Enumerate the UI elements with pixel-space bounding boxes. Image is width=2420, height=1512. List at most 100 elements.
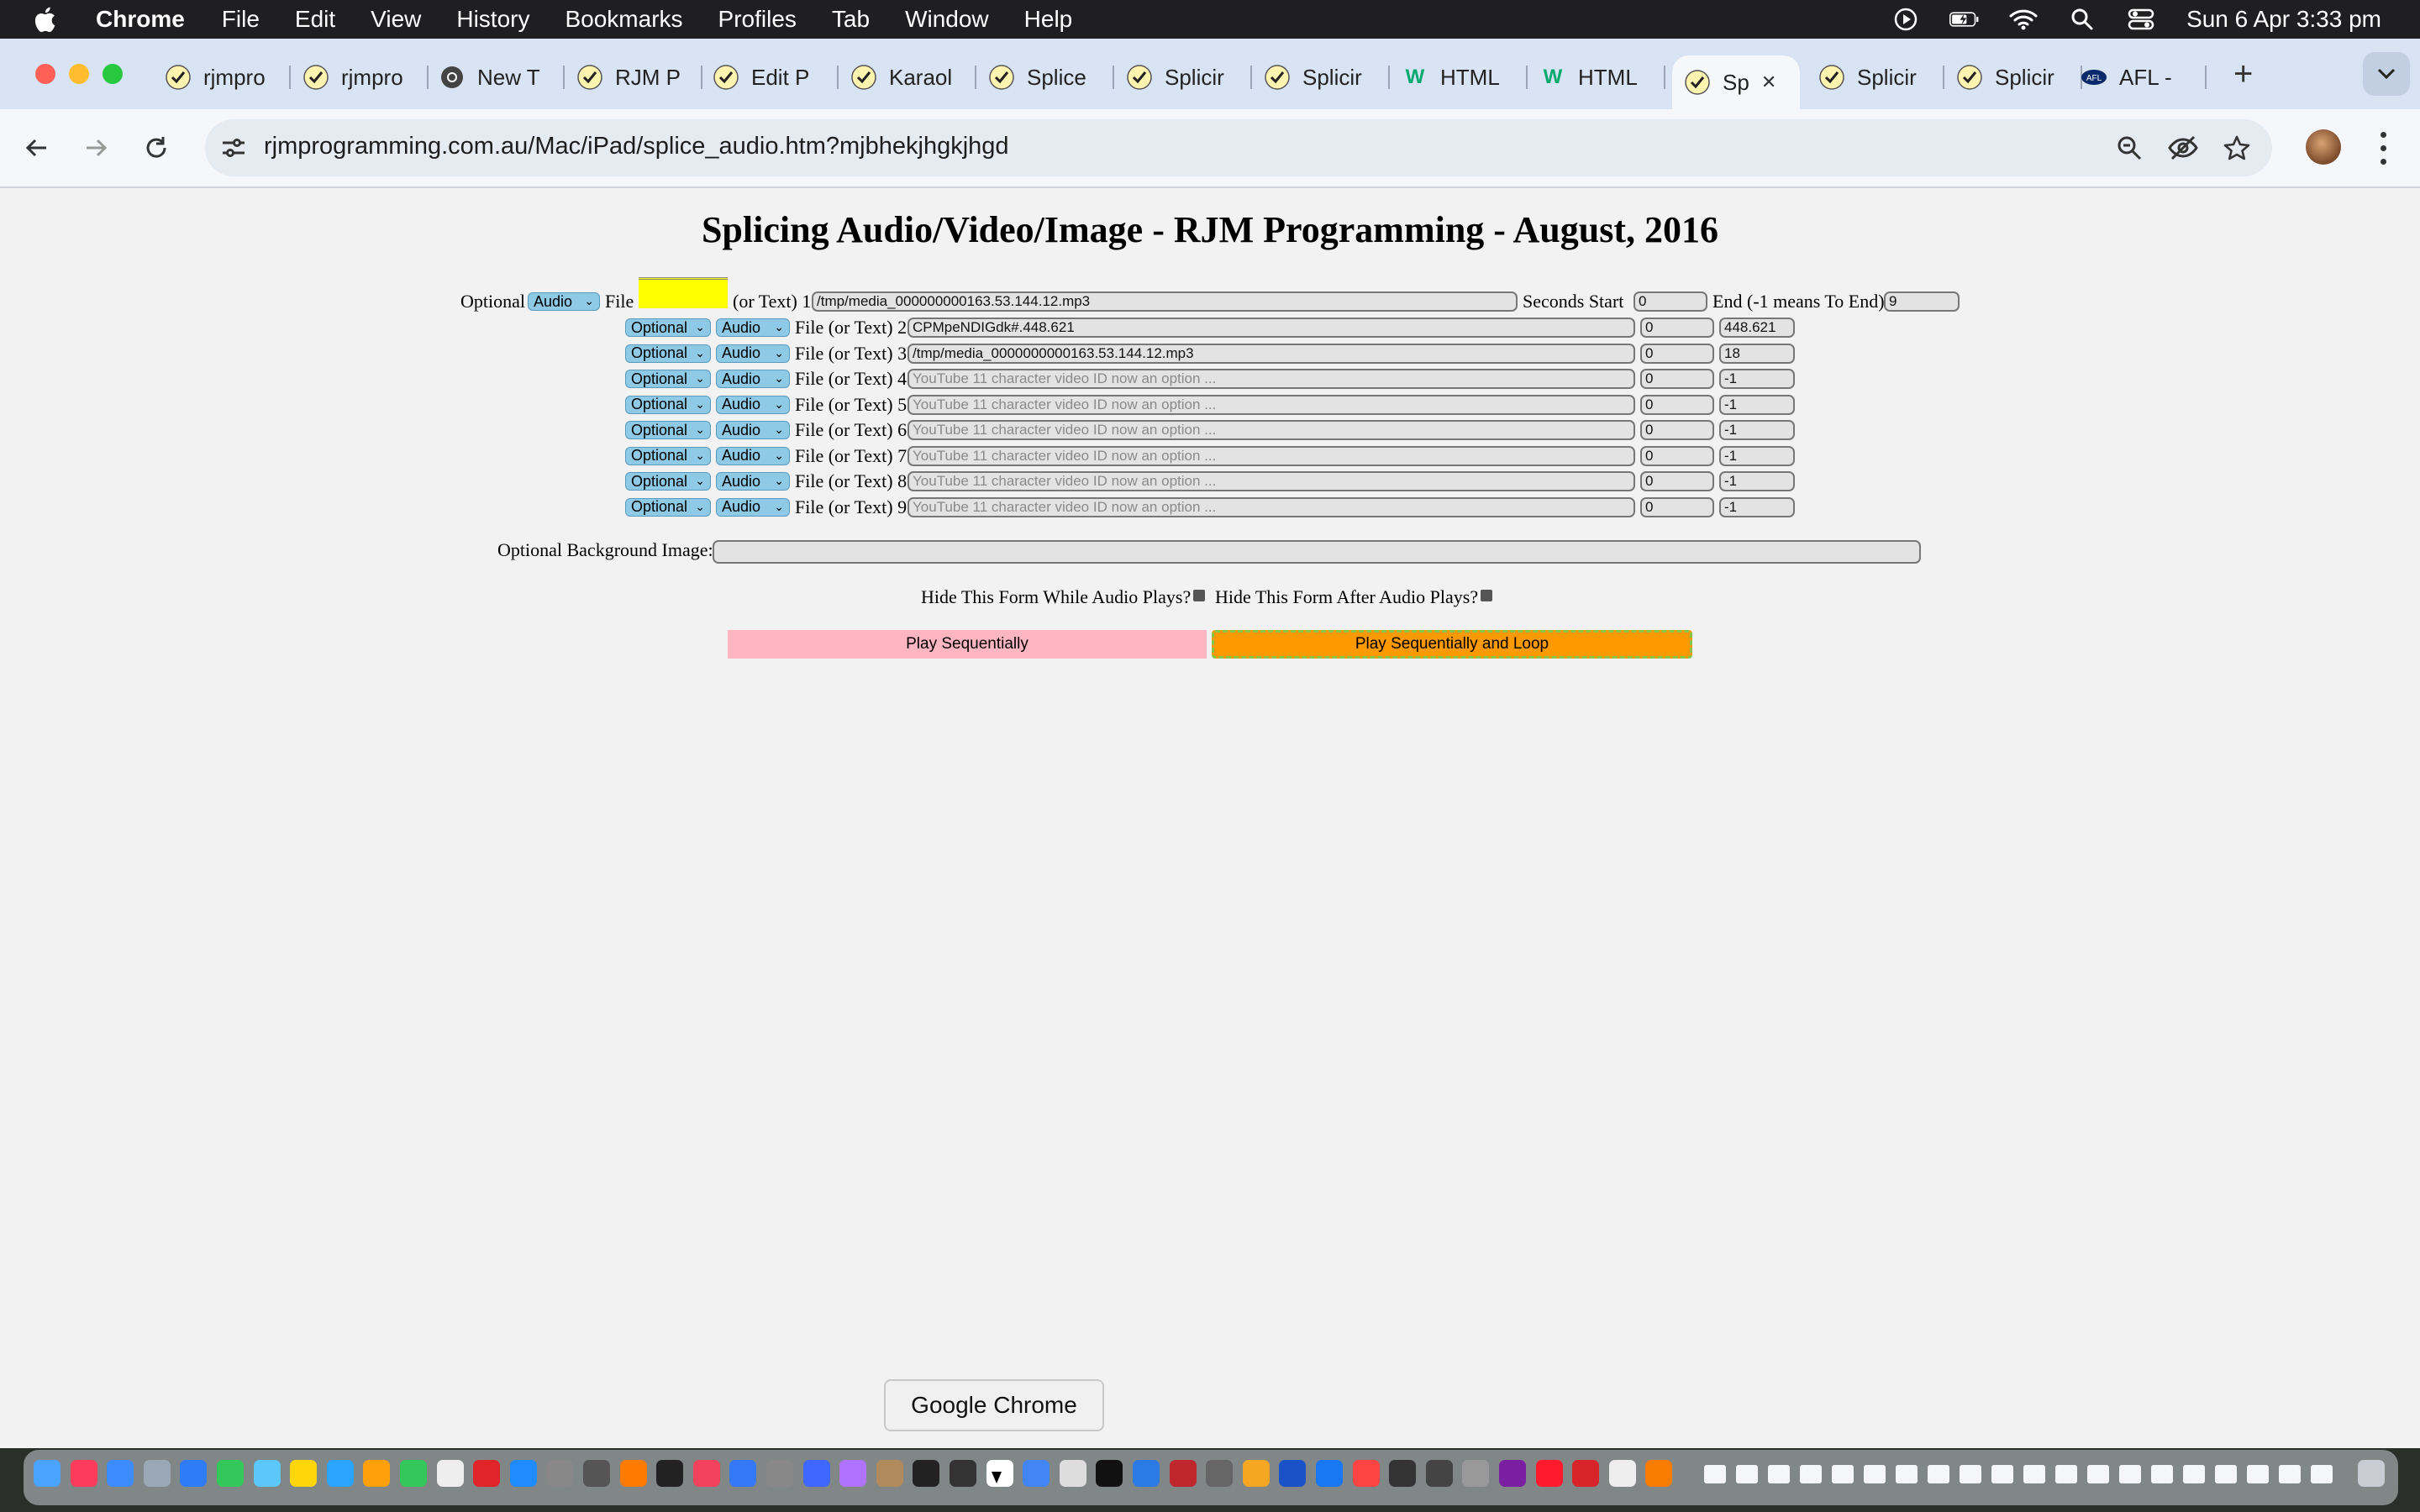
minimized-window-thumbnail[interactable] [1928, 1465, 1949, 1483]
launchpad-icon[interactable] [400, 1460, 427, 1487]
control-center-icon[interactable] [2126, 7, 2156, 32]
tab-9[interactable]: Splicir [1264, 55, 1390, 99]
row4-file-input[interactable]: YouTube 11 character video ID now an opt… [908, 369, 1635, 389]
background-image-input[interactable] [713, 540, 1921, 564]
console-icon[interactable] [1096, 1460, 1123, 1487]
messages-icon[interactable] [253, 1460, 281, 1487]
app-icon[interactable] [1389, 1460, 1417, 1487]
minimized-window-thumbnail[interactable] [1896, 1465, 1918, 1483]
menu-edit[interactable]: Edit [295, 6, 335, 33]
menu-view[interactable]: View [371, 6, 421, 33]
tab-5[interactable]: Edit P [713, 55, 839, 99]
tab-search-button[interactable] [2363, 52, 2410, 96]
utility-icon[interactable] [583, 1460, 610, 1487]
row2-file-input[interactable]: CPMpeNDIGdk#.448.621 [908, 318, 1635, 338]
document-icon[interactable] [1059, 1460, 1086, 1487]
row4-start-input[interactable]: 0 [1640, 369, 1714, 389]
terminal-icon[interactable] [950, 1460, 976, 1487]
terminal-icon[interactable] [913, 1460, 940, 1487]
row7-start-input[interactable]: 0 [1640, 445, 1714, 466]
app-icon[interactable] [1425, 1460, 1453, 1487]
row8-optional-select[interactable]: Optional ⌄ [625, 472, 711, 491]
tab-7[interactable]: Splice [988, 55, 1114, 99]
tab-10[interactable]: W HTML [1402, 55, 1528, 99]
filezilla-icon[interactable] [1572, 1460, 1600, 1487]
app-icon[interactable] [1352, 1460, 1380, 1487]
minimized-window-thumbnail[interactable] [1800, 1465, 1822, 1483]
menu-bar-clock[interactable]: Sun 6 Apr 3:33 pm [2186, 6, 2381, 33]
row3-start-input[interactable]: 0 [1640, 343, 1714, 364]
play-sequentially-loop-button[interactable]: Play Sequentially and Loop [1212, 630, 1692, 659]
photos-icon[interactable] [363, 1460, 391, 1487]
reload-button[interactable] [138, 129, 175, 166]
tab-2[interactable]: rjmpro [302, 55, 429, 99]
minimized-window-thumbnail[interactable] [2279, 1465, 2301, 1483]
zoom-icon[interactable] [2112, 131, 2146, 165]
tab-11[interactable]: W HTML [1539, 55, 1665, 99]
row8-file-input[interactable]: YouTube 11 character video ID now an opt… [908, 471, 1635, 491]
bookmark-star-icon[interactable] [2220, 131, 2254, 165]
row3-end-input[interactable]: 18 [1719, 343, 1795, 364]
row3-media-type-select[interactable]: Audio ⌄ [716, 344, 790, 363]
minimized-window-thumbnail[interactable] [2151, 1465, 2173, 1483]
hide-after-playing-checkbox[interactable] [1481, 590, 1492, 601]
spotlight-search-icon[interactable] [2067, 7, 2097, 32]
row8-media-type-select[interactable]: Audio ⌄ [716, 472, 790, 491]
menu-tab[interactable]: Tab [832, 6, 870, 33]
row1-file-input[interactable]: /tmp/media_000000000163.53.144.12.mp3 [812, 291, 1518, 312]
address-url[interactable]: rjmprogramming.com.au/Mac/iPad/splice_au… [264, 133, 1009, 160]
mail-icon[interactable] [217, 1460, 244, 1487]
tab-6[interactable]: Karaol [850, 55, 976, 99]
tab-13[interactable]: Splicir [1818, 55, 1944, 99]
document-icon[interactable] [1608, 1460, 1636, 1487]
zoom-icon[interactable] [1279, 1460, 1307, 1487]
row4-optional-select[interactable]: Optional ⌄ [625, 370, 711, 388]
row5-end-input[interactable]: -1 [1719, 394, 1795, 415]
row5-file-input[interactable]: YouTube 11 character video ID now an opt… [908, 394, 1635, 415]
hide-while-playing-checkbox[interactable] [1193, 590, 1205, 601]
news-icon[interactable] [692, 1460, 720, 1487]
apple-menu-icon[interactable] [34, 5, 59, 34]
app-icon[interactable] [1316, 1460, 1343, 1487]
preview-icon[interactable] [766, 1460, 793, 1487]
minimized-window-thumbnail[interactable] [2247, 1465, 2269, 1483]
profile-avatar[interactable] [2306, 129, 2341, 165]
wifi-icon[interactable] [2008, 7, 2039, 32]
minimized-window-thumbnail[interactable] [2055, 1465, 2077, 1483]
row7-file-input[interactable]: YouTube 11 character video ID now an opt… [908, 445, 1635, 466]
address-bar[interactable]: rjmprogramming.com.au/Mac/iPad/splice_au… [205, 119, 2272, 176]
app-icon[interactable] [1169, 1460, 1197, 1487]
close-window-button[interactable] [35, 64, 55, 84]
row4-media-type-select[interactable]: Audio ⌄ [716, 370, 790, 388]
tab-15[interactable]: AFL AFL - [2081, 55, 2207, 99]
bbedit-icon[interactable] [802, 1460, 830, 1487]
calculator-icon[interactable] [546, 1460, 574, 1487]
row9-start-input[interactable]: 0 [1640, 496, 1714, 517]
row5-optional-select[interactable]: Optional ⌄ [625, 395, 711, 414]
minimized-window-thumbnail[interactable] [2183, 1465, 2205, 1483]
trash-icon[interactable] [2358, 1460, 2385, 1487]
minimized-window-thumbnail[interactable] [1960, 1465, 1981, 1483]
menu-history[interactable]: History [456, 6, 529, 33]
minimized-window-thumbnail[interactable] [1864, 1465, 1886, 1483]
tracking-protection-icon[interactable] [2166, 131, 2200, 165]
row2-media-type-select[interactable]: Audio ⌄ [716, 318, 790, 337]
row2-start-input[interactable]: 0 [1640, 318, 1714, 338]
row6-end-input[interactable]: -1 [1719, 420, 1795, 440]
row3-file-input[interactable]: /tmp/media_0000000000163.53.144.12.mp3 [908, 343, 1635, 364]
minimized-window-thumbnail[interactable] [2215, 1465, 2237, 1483]
row8-start-input[interactable]: 0 [1640, 471, 1714, 491]
minimized-window-thumbnail[interactable] [2311, 1465, 2333, 1483]
row7-optional-select[interactable]: Optional ⌄ [625, 446, 711, 465]
minimized-window-thumbnail[interactable] [2023, 1465, 2045, 1483]
quicktime-icon[interactable] [1133, 1460, 1160, 1487]
forward-button[interactable] [77, 129, 114, 166]
tab-4[interactable]: RJM P [576, 55, 702, 99]
minimized-window-thumbnail[interactable] [1991, 1465, 2013, 1483]
row7-media-type-select[interactable]: Audio ⌄ [716, 446, 790, 465]
row5-media-type-select[interactable]: Audio ⌄ [716, 395, 790, 414]
row6-media-type-select[interactable]: Audio ⌄ [716, 421, 790, 439]
tab-1[interactable]: rjmpro [165, 55, 291, 99]
textedit-icon[interactable] [436, 1460, 464, 1487]
menu-profiles[interactable]: Profiles [718, 6, 797, 33]
